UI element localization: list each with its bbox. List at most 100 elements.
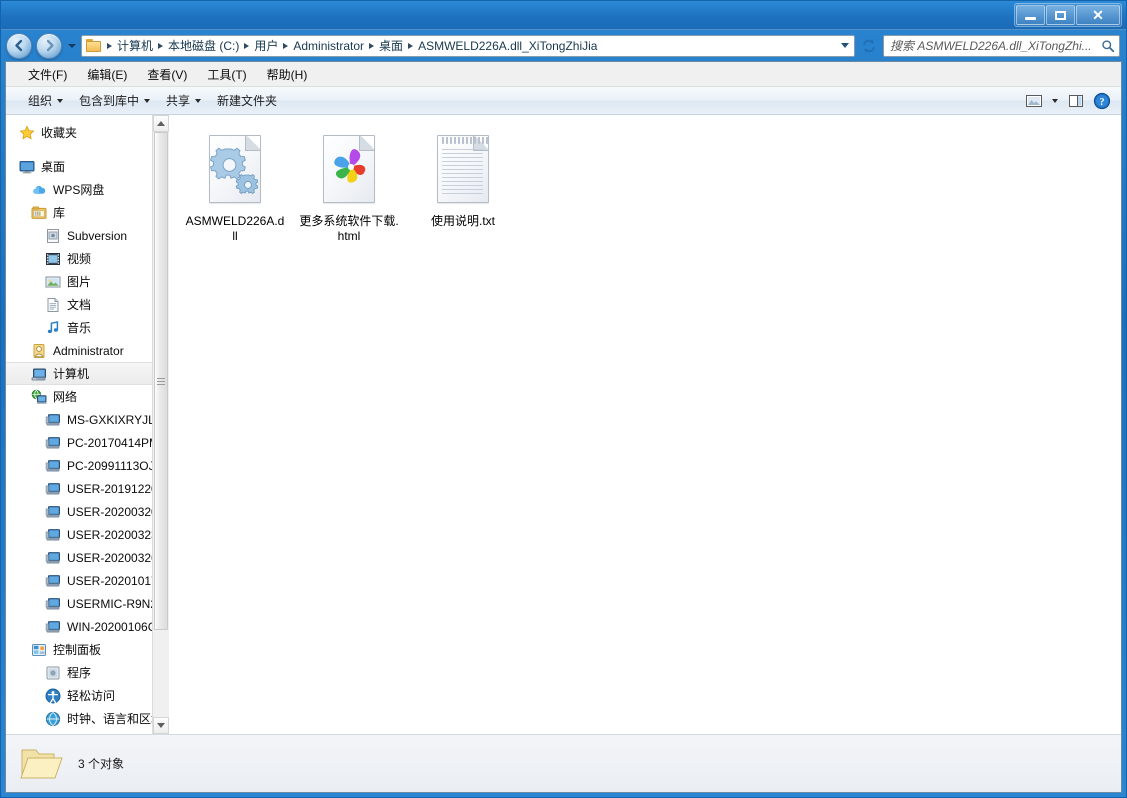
sidebar-item-videos[interactable]: 视频 <box>6 247 169 270</box>
sidebar-item-network-computer[interactable]: USER-20200320( <box>6 500 169 523</box>
sidebar-label: 文档 <box>67 298 92 312</box>
toolbar-include-in-library[interactable]: 包含到库中 <box>71 88 158 113</box>
breadcrumb-separator[interactable] <box>241 42 252 49</box>
breadcrumb-item-2[interactable]: 用户 <box>252 37 280 54</box>
sidebar-item-network-computer[interactable]: USER-20200326Y <box>6 546 169 569</box>
sidebar-item-music[interactable]: 音乐 <box>6 316 169 339</box>
sidebar-item-clock-language-region[interactable]: 时钟、语言和区域 <box>6 707 169 730</box>
breadcrumb-separator[interactable] <box>155 42 166 49</box>
breadcrumb-separator[interactable] <box>280 42 291 49</box>
subversion-icon <box>45 228 61 244</box>
menu-edit[interactable]: 编辑(E) <box>78 63 136 86</box>
search-box[interactable] <box>883 34 1120 57</box>
refresh-button[interactable] <box>859 35 879 57</box>
sidebar-item-wps-cloud[interactable]: WPS网盘 <box>6 178 169 201</box>
file-list-pane[interactable]: ASMWELD226A.dll 更多系统软件下载.html 使用说明.txt <box>169 115 1121 734</box>
breadcrumb-item-4[interactable]: 桌面 <box>377 37 405 54</box>
sidebar-item-network-computer[interactable]: USER-20201017I <box>6 569 169 592</box>
spiral-binding <box>442 137 488 144</box>
sidebar-item-network-computer[interactable]: PC-20170414PM <box>6 431 169 454</box>
file-name: 使用说明.txt <box>430 214 495 228</box>
view-caret-icon <box>1052 98 1058 103</box>
scroll-down-button[interactable] <box>153 717 169 734</box>
sidebar-item-favorites[interactable]: 收藏夹 <box>6 121 169 144</box>
chevron-down-icon <box>57 98 64 103</box>
minimize-button[interactable] <box>1016 5 1045 25</box>
sidebar-item-subversion[interactable]: Subversion <box>6 224 169 247</box>
address-bar-row: 计算机 本地磁盘 (C:) 用户 Administrator 桌面 ASMWEL… <box>1 30 1126 61</box>
sidebar-item-documents[interactable]: 文档 <box>6 293 169 316</box>
search-input[interactable] <box>890 38 1101 53</box>
menu-tools[interactable]: 工具(T) <box>198 63 255 86</box>
sidebar-item-network-computer[interactable]: MS-GXKIXRYJLV <box>6 408 169 431</box>
computer-network-icon <box>45 435 61 451</box>
sidebar-label: Administrator <box>53 343 124 358</box>
breadcrumb-address-bar[interactable]: 计算机 本地磁盘 (C:) 用户 Administrator 桌面 ASMWEL… <box>81 34 855 57</box>
chevron-down-icon <box>144 98 151 103</box>
sidebar-item-network-computer[interactable]: USERMIC-R9N2S <box>6 592 169 615</box>
breadcrumb-separator[interactable] <box>104 42 115 49</box>
recent-locations-button[interactable] <box>66 35 77 57</box>
breadcrumb-item-5[interactable]: ASMWELD226A.dll_XiTongZhiJia <box>416 39 599 53</box>
menu-view[interactable]: 查看(V) <box>138 63 196 86</box>
sidebar-item-ease-of-access[interactable]: 轻松访问 <box>6 684 169 707</box>
close-button[interactable]: ✕ <box>1076 5 1120 25</box>
search-icon[interactable] <box>1101 39 1115 53</box>
menu-help[interactable]: 帮助(H) <box>258 63 317 86</box>
change-view-button[interactable] <box>1021 90 1047 112</box>
sidebar-item-network-computer[interactable]: USER-20200323Y <box>6 523 169 546</box>
status-bar: 3 个对象 <box>6 734 1121 792</box>
status-object-count: 3 个对象 <box>78 757 125 771</box>
breadcrumb-item-0[interactable]: 计算机 <box>115 37 155 54</box>
sidebar-label: WPS网盘 <box>53 183 105 197</box>
sidebar-item-libraries[interactable]: 库 <box>6 201 169 224</box>
navigation-pane-scrollbar[interactable] <box>152 115 169 734</box>
breadcrumb-item-1[interactable]: 本地磁盘 (C:) <box>166 37 241 54</box>
toolbar-share[interactable]: 共享 <box>158 88 209 113</box>
sidebar-item-network-computer[interactable]: PC-20991113OJI <box>6 454 169 477</box>
close-icon: ✕ <box>1092 7 1104 23</box>
sidebar-label: WIN-20200106G <box>67 619 158 634</box>
maximize-icon <box>1055 10 1066 20</box>
chevron-down-icon <box>157 723 165 728</box>
sidebar-item-programs[interactable]: 程序 <box>6 661 169 684</box>
maximize-button[interactable] <box>1046 5 1075 25</box>
scroll-up-button[interactable] <box>153 115 169 132</box>
toolbar-new-folder[interactable]: 新建文件夹 <box>209 88 285 113</box>
clock-language-region-icon <box>45 711 61 727</box>
breadcrumb-separator[interactable] <box>366 42 377 49</box>
preview-pane-button[interactable] <box>1063 90 1089 112</box>
toolbar-organize[interactable]: 组织 <box>20 88 71 113</box>
documents-icon <box>45 297 61 313</box>
forward-arrow-icon <box>46 39 54 52</box>
sidebar-item-network-computer[interactable]: USER-20191220I <box>6 477 169 500</box>
window-controls: ✕ <box>1014 3 1122 27</box>
sidebar-item-administrator[interactable]: Administrator <box>6 339 169 362</box>
preview-pane-icon <box>1069 94 1083 107</box>
file-item[interactable]: 更多系统软件下载.html <box>295 129 403 245</box>
sidebar-label: PC-20170414PM <box>67 435 160 450</box>
sidebar-label: MS-GXKIXRYJLV <box>67 412 162 427</box>
menu-bar: 文件(F) 编辑(E) 查看(V) 工具(T) 帮助(H) <box>6 62 1121 87</box>
sidebar-item-control-panel[interactable]: 控制面板 <box>6 638 169 661</box>
sidebar-item-network[interactable]: 网络 <box>6 385 169 408</box>
control-panel-icon <box>31 642 47 658</box>
sidebar-item-desktop[interactable]: 桌面 <box>6 155 169 178</box>
sidebar-label: 库 <box>53 206 66 220</box>
menu-file[interactable]: 文件(F) <box>19 63 76 86</box>
back-button[interactable] <box>6 32 32 59</box>
breadcrumb-item-3[interactable]: Administrator <box>291 39 366 53</box>
view-options-button[interactable] <box>1047 90 1063 112</box>
file-item[interactable]: 使用说明.txt <box>409 129 517 245</box>
file-item[interactable]: ASMWELD226A.dll <box>181 129 289 245</box>
sidebar-item-network-computer[interactable]: WIN-20200106G <box>6 615 169 638</box>
address-dropdown-button[interactable] <box>837 36 853 56</box>
sidebar-item-computer[interactable]: 计算机 <box>6 362 169 385</box>
chevron-up-icon <box>157 121 165 126</box>
toolbar-include-in-library-label: 包含到库中 <box>79 94 140 108</box>
forward-button[interactable] <box>36 32 62 59</box>
scrollbar-thumb[interactable] <box>154 132 168 630</box>
help-button[interactable]: ? <box>1089 90 1115 112</box>
sidebar-item-pictures[interactable]: 图片 <box>6 270 169 293</box>
breadcrumb-separator[interactable] <box>405 42 416 49</box>
